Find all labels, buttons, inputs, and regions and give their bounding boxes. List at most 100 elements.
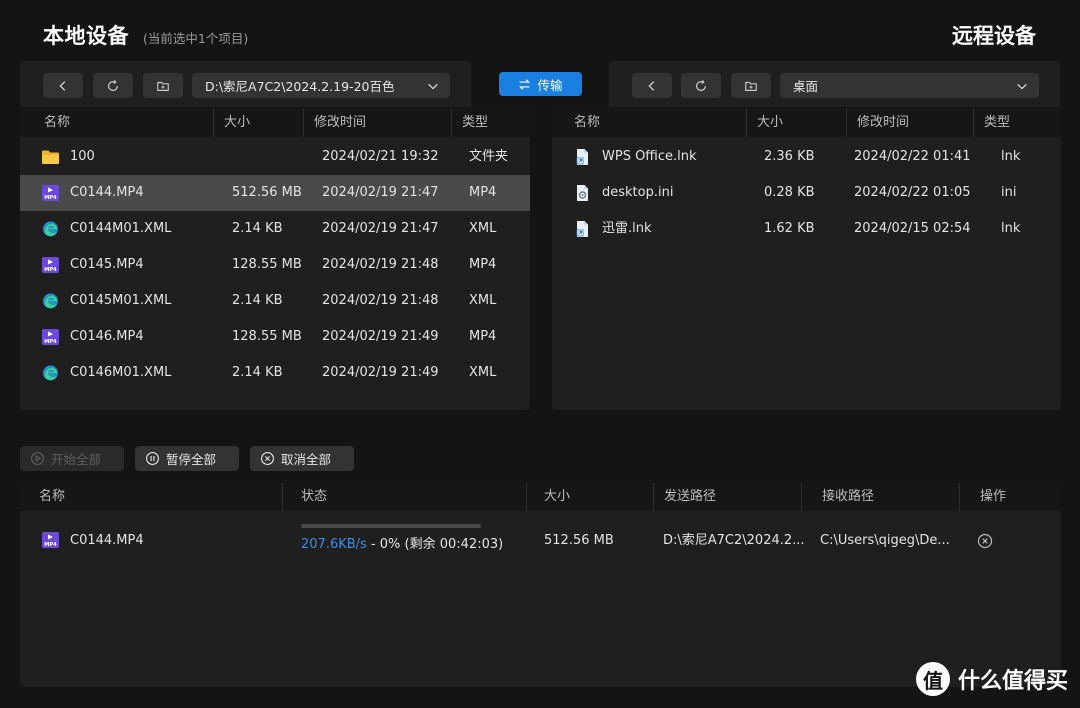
local-new-folder-button[interactable] — [143, 73, 183, 98]
remote-file-row[interactable]: desktop.ini 0.28 KB 2024/02/22 01:05 ini — [552, 175, 1061, 211]
file-size: 1.62 KB — [764, 221, 815, 236]
local-refresh-button[interactable] — [93, 73, 133, 98]
cancel-all-button[interactable]: 取消全部 — [250, 446, 354, 471]
remote-col-size[interactable]: 大小 — [746, 108, 836, 137]
file-modified: 2024/02/22 01:41 — [854, 149, 971, 164]
local-col-modified[interactable]: 修改时间 — [303, 108, 451, 137]
local-file-row[interactable]: MP4 C0144.MP4 512.56 MB 2024/02/19 21:47 MP4 — [20, 175, 530, 211]
queue-col-action[interactable]: 操作 — [959, 483, 1061, 511]
local-col-type[interactable]: 类型 — [451, 108, 530, 137]
transfer-status-detail: - 0% (剩余 00:42:03) — [366, 537, 504, 552]
file-modified: 2024/02/19 21:47 — [322, 185, 439, 200]
file-name: C0144M01.XML — [70, 221, 172, 236]
file-name: C0146.MP4 — [70, 329, 144, 344]
mp4-file-icon: MP4 — [42, 329, 59, 345]
file-size: 2.36 KB — [764, 149, 815, 164]
watermark: 值 什么值得买 — [915, 662, 1068, 696]
watermark-logo: 值 — [915, 662, 950, 696]
queue-col-send-path[interactable]: 发送路径 — [653, 483, 802, 511]
pause-all-button[interactable]: 暂停全部 — [135, 446, 239, 471]
file-name: 迅雷.lnk — [602, 221, 652, 236]
file-name: C0146M01.XML — [70, 365, 172, 380]
remove-transfer-icon[interactable] — [977, 533, 993, 549]
new-folder-icon — [745, 81, 757, 91]
local-toolbar: D:\索尼A7C2\2024.2.19-20百色 — [20, 61, 471, 107]
file-type: lnk — [1001, 149, 1021, 164]
cancel-all-label: 取消全部 — [281, 452, 332, 467]
remote-col-type[interactable]: 类型 — [973, 108, 1061, 137]
file-size: 128.55 MB — [232, 329, 302, 344]
queue-col-name[interactable]: 名称 — [29, 483, 283, 511]
file-modified: 2024/02/22 01:05 — [854, 185, 971, 200]
local-file-row[interactable]: MP4 C0145.MP4 128.55 MB 2024/02/19 21:48 MP4 — [20, 247, 530, 283]
file-type: ini — [1001, 185, 1017, 200]
remote-file-row[interactable]: 迅雷.lnk 1.62 KB 2024/02/15 02:54 lnk — [552, 211, 1061, 247]
remote-path-text: 桌面 — [793, 79, 819, 94]
folder-icon — [42, 149, 59, 165]
svg-text:MP4: MP4 — [44, 339, 57, 345]
chevron-down-icon — [1017, 83, 1027, 90]
file-type: MP4 — [469, 257, 497, 272]
chevron-down-icon — [428, 83, 438, 90]
xml-file-icon — [42, 293, 59, 309]
queue-col-status[interactable]: 状态 — [282, 483, 527, 511]
file-name: C0145M01.XML — [70, 293, 172, 308]
file-modified: 2024/02/19 21:48 — [322, 257, 439, 272]
cancel-circle-icon — [261, 452, 274, 465]
mp4-file-icon: MP4 — [42, 257, 59, 273]
watermark-text: 什么值得买 — [957, 669, 1068, 694]
queue-file-size: 512.56 MB — [544, 533, 614, 548]
svg-text:MP4: MP4 — [44, 195, 57, 201]
local-back-button[interactable] — [43, 73, 83, 98]
start-all-button[interactable]: 开始全部 — [20, 446, 124, 471]
local-path-select[interactable]: D:\索尼A7C2\2024.2.19-20百色 — [192, 73, 450, 98]
file-size: 2.14 KB — [232, 365, 283, 380]
local-file-row[interactable]: 100 2024/02/21 19:32 文件夹 — [20, 139, 530, 175]
remote-file-list: 名称 大小 修改时间 类型 WPS Office.lnk 2.36 KB 2024/… — [552, 108, 1061, 410]
file-name: C0144.MP4 — [70, 185, 144, 200]
mp4-file-icon: MP4 — [42, 185, 59, 201]
queue-table-header: 名称 状态 大小 发送路径 接收路径 操作 — [20, 483, 1061, 511]
svg-text:MP4: MP4 — [44, 267, 57, 273]
remote-device-title: 远程设备 — [952, 24, 1036, 48]
remote-col-name[interactable]: 名称 — [564, 108, 747, 137]
queue-col-size[interactable]: 大小 — [526, 483, 654, 511]
swap-arrows-icon — [519, 78, 531, 90]
chevron-left-icon — [648, 80, 655, 91]
local-col-size[interactable]: 大小 — [213, 108, 303, 137]
local-col-name[interactable]: 名称 — [34, 108, 214, 137]
pause-all-label: 暂停全部 — [166, 452, 217, 467]
local-device-title: 本地设备 — [43, 24, 129, 48]
local-file-row[interactable]: C0144M01.XML 2.14 KB 2024/02/19 21:47 XML — [20, 211, 530, 247]
remote-refresh-button[interactable] — [681, 73, 721, 98]
chevron-left-icon — [59, 80, 66, 91]
remote-file-row[interactable]: WPS Office.lnk 2.36 KB 2024/02/22 01:41 lnk — [552, 139, 1061, 175]
file-modified: 2024/02/19 21:47 — [322, 221, 439, 236]
xml-file-icon — [42, 221, 59, 237]
file-modified: 2024/02/19 21:49 — [322, 365, 439, 380]
transfer-queue: 名称 状态 大小 发送路径 接收路径 操作 MP4 C0144.MP4 207.… — [20, 483, 1061, 687]
remote-col-modified[interactable]: 修改时间 — [846, 108, 986, 137]
file-size: 0.28 KB — [764, 185, 815, 200]
file-type: MP4 — [469, 185, 497, 200]
local-file-row[interactable]: C0146M01.XML 2.14 KB 2024/02/19 21:49 XML — [20, 355, 530, 391]
remote-toolbar: 桌面 — [609, 61, 1060, 107]
queue-col-recv-path[interactable]: 接收路径 — [801, 483, 960, 511]
file-name: desktop.ini — [602, 185, 674, 200]
queue-send-path: D:\索尼A7C2\2024.2... — [663, 533, 805, 548]
file-type: 文件夹 — [469, 149, 509, 164]
file-type: lnk — [1001, 221, 1021, 236]
mp4-file-icon: MP4 — [42, 532, 59, 548]
local-file-row[interactable]: C0145M01.XML 2.14 KB 2024/02/19 21:48 XML — [20, 283, 530, 319]
play-circle-icon — [31, 452, 44, 465]
transfer-button[interactable]: 传输 — [499, 72, 582, 96]
local-file-row[interactable]: MP4 C0146.MP4 128.55 MB 2024/02/19 21:49 MP4 — [20, 319, 530, 355]
start-all-label: 开始全部 — [51, 452, 102, 467]
shortcut-file-icon — [574, 149, 591, 165]
remote-back-button[interactable] — [632, 73, 672, 98]
remote-new-folder-button[interactable] — [731, 73, 771, 98]
file-type: XML — [469, 293, 497, 308]
remote-path-select[interactable]: 桌面 — [780, 73, 1039, 98]
selection-count-label: (当前选中1个项目) — [143, 31, 249, 46]
queue-row: MP4 C0144.MP4 207.6KB/s - 0% (剩余 00:42:0… — [20, 521, 1061, 561]
